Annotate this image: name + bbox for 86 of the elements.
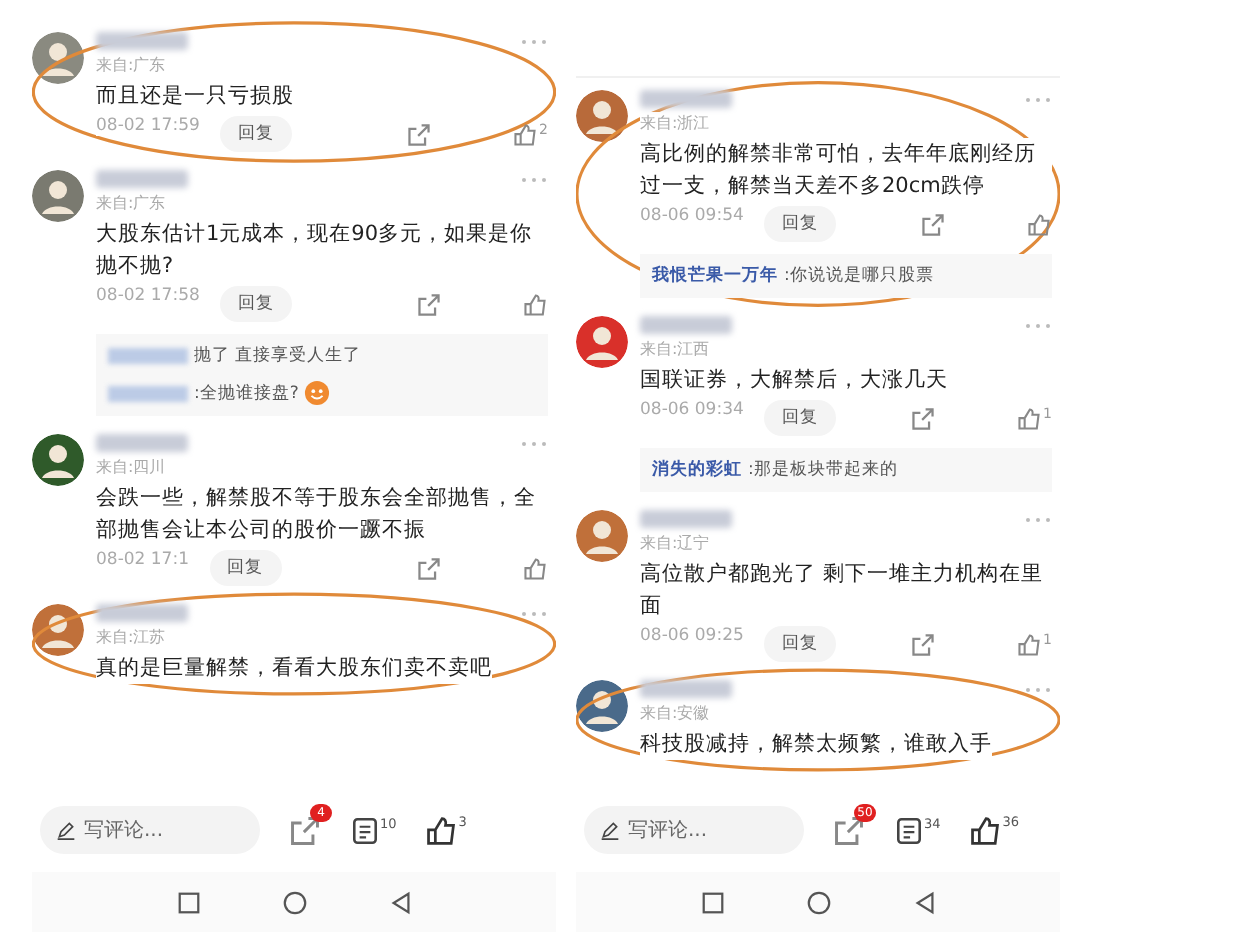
location-label: 来自:广东 bbox=[96, 54, 166, 76]
back-nav-icon[interactable] bbox=[387, 889, 413, 915]
reply-text: :你说说是哪只股票 bbox=[784, 264, 934, 288]
pencil-icon bbox=[600, 818, 620, 842]
reply-button[interactable]: 回复 bbox=[763, 206, 836, 242]
more-icon[interactable] bbox=[1024, 95, 1052, 103]
reply-button[interactable]: 回复 bbox=[763, 400, 836, 436]
reply-text: 抛了 直接享受人生了 bbox=[194, 344, 362, 368]
timestamp: 08-02 17:1 bbox=[96, 550, 189, 570]
comment-text: 科技股减持，解禁太频繁，谁敢入手 bbox=[640, 728, 992, 760]
timestamp: 08-06 09:25 bbox=[640, 626, 744, 646]
share-icon[interactable] bbox=[288, 813, 322, 847]
blurred-username bbox=[640, 90, 732, 108]
reply-button[interactable]: 回复 bbox=[219, 116, 292, 152]
blurred-username bbox=[96, 32, 188, 50]
thumbs-up-icon[interactable] bbox=[968, 813, 1003, 847]
home-nav-icon[interactable] bbox=[281, 889, 307, 915]
reply-button[interactable]: 回复 bbox=[209, 550, 281, 586]
location-label: 来自:四川 bbox=[96, 456, 166, 478]
reply-author[interactable]: 我恨芒果一万年 bbox=[652, 264, 778, 288]
blurred-username bbox=[640, 316, 732, 334]
reply-author[interactable]: 消失的彩虹 bbox=[652, 458, 742, 482]
reply-text: :那是板块带起来的 bbox=[748, 458, 898, 482]
more-icon[interactable] bbox=[1024, 515, 1052, 523]
thumbs-up-icon[interactable] bbox=[424, 813, 459, 847]
thumbs-up-icon[interactable] bbox=[1026, 211, 1052, 237]
list-icon[interactable] bbox=[894, 815, 924, 845]
comment-text: 真的是巨量解禁，看看大股东们卖不卖吧 bbox=[96, 652, 492, 684]
square-nav-icon[interactable] bbox=[175, 889, 201, 915]
blurred-username bbox=[96, 434, 188, 452]
share-icon[interactable] bbox=[920, 211, 946, 237]
list-icon[interactable] bbox=[350, 815, 380, 845]
like-count: 2 bbox=[539, 121, 548, 137]
avatar-icon[interactable] bbox=[32, 170, 84, 222]
thumbs-up-icon[interactable] bbox=[522, 555, 548, 581]
location-label: 来自:浙江 bbox=[640, 112, 710, 134]
location-label: 来自:辽宁 bbox=[640, 532, 710, 554]
avatar-icon[interactable] bbox=[576, 680, 628, 732]
comment-input[interactable]: 写评论... bbox=[584, 806, 804, 854]
more-icon[interactable] bbox=[1024, 321, 1052, 329]
blurred-username bbox=[640, 680, 732, 698]
avatar-icon[interactable] bbox=[576, 510, 628, 562]
comment-text: 而且还是一只亏损股 bbox=[96, 80, 294, 112]
share-icon[interactable] bbox=[416, 291, 442, 317]
avatar-icon[interactable] bbox=[32, 434, 84, 486]
blurred-username bbox=[640, 510, 732, 528]
comment-input[interactable]: 写评论... bbox=[40, 806, 260, 854]
thumbs-up-icon[interactable] bbox=[511, 121, 538, 147]
location-label: 来自:江西 bbox=[640, 338, 710, 360]
thumbs-up-icon[interactable] bbox=[1015, 631, 1042, 657]
share-icon[interactable] bbox=[909, 405, 936, 431]
pencil-icon bbox=[56, 818, 76, 842]
location-label: 来自:广东 bbox=[96, 192, 166, 214]
avatar-icon[interactable] bbox=[32, 32, 84, 84]
back-nav-icon[interactable] bbox=[911, 889, 937, 915]
more-icon[interactable] bbox=[520, 609, 548, 617]
square-nav-icon[interactable] bbox=[699, 889, 725, 915]
share-icon[interactable] bbox=[416, 555, 442, 581]
more-icon[interactable] bbox=[520, 175, 548, 183]
share-icon[interactable] bbox=[832, 813, 866, 847]
blurred-username bbox=[108, 385, 188, 401]
thumbs-up-icon[interactable] bbox=[1015, 405, 1042, 431]
avatar-icon[interactable] bbox=[576, 90, 628, 142]
timestamp: 08-06 09:34 bbox=[640, 400, 744, 420]
share-icon[interactable] bbox=[405, 121, 432, 147]
more-icon[interactable] bbox=[1024, 685, 1052, 693]
blurred-username bbox=[96, 604, 188, 622]
home-nav-icon[interactable] bbox=[805, 889, 831, 915]
like-count: 1 bbox=[1043, 631, 1052, 647]
thumbs-up-icon[interactable] bbox=[522, 291, 548, 317]
blurred-username bbox=[108, 348, 188, 364]
blurred-username bbox=[96, 170, 188, 188]
reply-button[interactable]: 回复 bbox=[763, 626, 836, 662]
avatar-icon[interactable] bbox=[32, 604, 84, 656]
location-label: 来自:江苏 bbox=[96, 626, 166, 648]
like-count: 1 bbox=[1043, 405, 1052, 421]
share-icon[interactable] bbox=[909, 631, 936, 657]
avatar-icon[interactable] bbox=[576, 316, 628, 368]
timestamp: 08-06 09:54 bbox=[640, 206, 744, 226]
location-label: 来自:安徽 bbox=[640, 702, 710, 724]
timestamp: 08-02 17:58 bbox=[96, 286, 200, 306]
reply-button[interactable]: 回复 bbox=[219, 286, 292, 322]
timestamp: 08-02 17:59 bbox=[96, 116, 200, 136]
more-icon[interactable] bbox=[520, 439, 548, 447]
reply-text: :全抛谁接盘? bbox=[194, 381, 299, 405]
more-icon[interactable] bbox=[520, 37, 548, 45]
